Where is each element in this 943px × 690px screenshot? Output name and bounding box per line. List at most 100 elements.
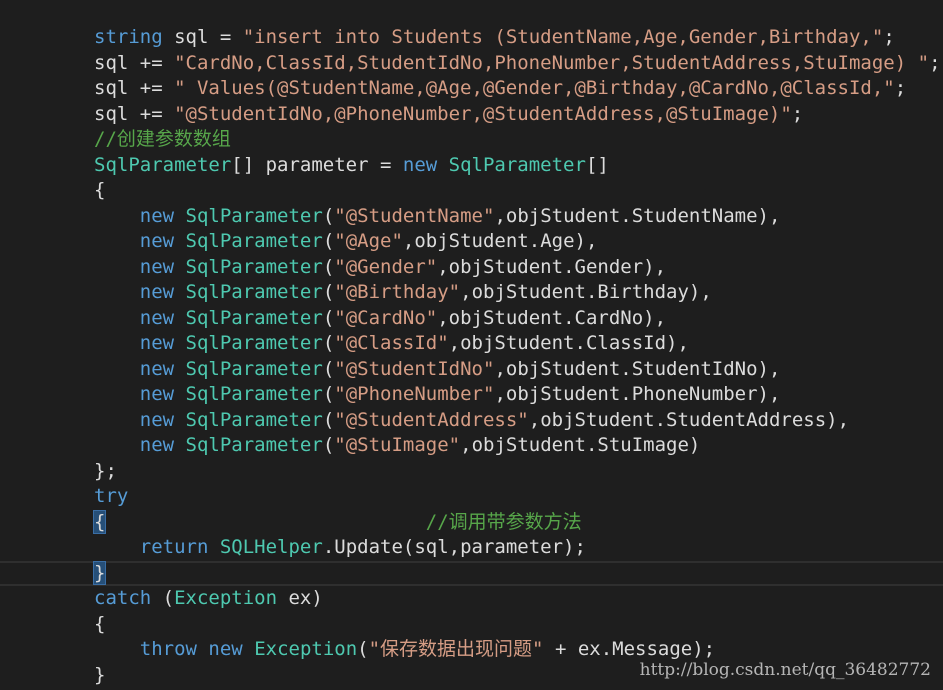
code-token-plain: ( bbox=[322, 306, 335, 329]
code-line[interactable]: new SqlParameter("@CardNo",objStudent.Ca… bbox=[0, 306, 943, 332]
watermark-url: http://blog.csdn.net/qq_36482772 bbox=[639, 660, 931, 680]
code-line-content: throw new Exception("保存数据出现问题" + ex.Mess… bbox=[94, 637, 715, 663]
code-line[interactable]: throw new Exception("保存数据出现问题" + ex.Mess… bbox=[0, 637, 943, 663]
code-token-plain: ( bbox=[322, 204, 335, 227]
code-line[interactable]: new SqlParameter("@StudentIdNo",objStude… bbox=[0, 357, 943, 383]
code-line-content: }; bbox=[94, 459, 117, 485]
code-token-plain: ; bbox=[929, 51, 941, 74]
code-line[interactable]: { bbox=[0, 178, 943, 204]
code-token-string: "@CardNo" bbox=[334, 306, 438, 329]
code-token-plain: sql += bbox=[94, 51, 175, 74]
code-line[interactable]: sql += " Values(@StudentName,@Age,@Gende… bbox=[0, 76, 943, 102]
code-line[interactable]: return SQLHelper.Update(sql,parameter); bbox=[0, 535, 943, 561]
code-line[interactable]: new SqlParameter("@ClassId",objStudent.C… bbox=[0, 331, 943, 357]
code-token-string: "@Age" bbox=[334, 230, 403, 252]
code-line[interactable]: } bbox=[0, 560, 943, 586]
code-token-plain: ( bbox=[322, 281, 335, 303]
code-token-keyword: new bbox=[139, 434, 175, 456]
code-line[interactable]: sql += "CardNo,ClassId,StudentIdNo,Phone… bbox=[0, 51, 943, 77]
code-line[interactable]: { bbox=[0, 612, 943, 638]
code-line[interactable]: new SqlParameter("@StudentName",objStude… bbox=[0, 204, 943, 230]
code-token-type: SqlParameter bbox=[185, 230, 323, 252]
code-line[interactable]: //创建参数数组 bbox=[0, 127, 943, 153]
code-line[interactable]: new SqlParameter("@Age",objStudent.Age), bbox=[0, 229, 943, 255]
code-token-plain: ,objStudent.Gender), bbox=[437, 255, 667, 278]
code-line[interactable]: new SqlParameter("@StudentAddress",objSt… bbox=[0, 408, 943, 434]
code-line-content: new SqlParameter("@CardNo",objStudent.Ca… bbox=[94, 306, 666, 332]
code-line[interactable]: try bbox=[0, 484, 943, 510]
code-editor[interactable]: string sql = "insert into Students (Stud… bbox=[0, 0, 943, 690]
code-token-plain: { bbox=[94, 179, 106, 201]
code-line[interactable]: }; bbox=[0, 459, 943, 485]
code-token-plain: ( bbox=[151, 587, 175, 609]
code-token-plain: ; bbox=[791, 102, 804, 125]
code-token-type: SqlParameter bbox=[185, 281, 323, 303]
code-token-plain: sql = bbox=[162, 26, 243, 48]
code-token-string: "@PhoneNumber" bbox=[334, 383, 495, 405]
code-token-string: "@StudentIdNo" bbox=[334, 357, 495, 380]
code-token-type: SqlParameter bbox=[185, 434, 323, 456]
code-line[interactable]: new SqlParameter("@PhoneNumber",objStude… bbox=[0, 382, 943, 408]
code-line[interactable]: new SqlParameter("@Birthday",objStudent.… bbox=[0, 280, 943, 306]
code-line-content: { bbox=[94, 178, 105, 204]
code-token-plain: ( bbox=[322, 332, 335, 354]
code-line-content: try bbox=[94, 484, 128, 510]
code-line-content: sql += "@StudentIdNo,@PhoneNumber,@Stude… bbox=[94, 102, 803, 128]
code-token-type: SqlParameter bbox=[185, 357, 323, 380]
code-line[interactable]: SqlParameter[] parameter = new SqlParame… bbox=[0, 153, 943, 179]
code-line-content: catch (Exception ex) bbox=[94, 586, 323, 612]
code-token-plain: ( bbox=[322, 230, 335, 252]
code-token-plain: ( bbox=[322, 357, 335, 380]
code-line-content: SqlParameter[] parameter = new SqlParame… bbox=[94, 153, 609, 179]
code-token-plain: .Update(sql,parameter); bbox=[322, 536, 586, 558]
code-line[interactable]: catch (Exception ex) bbox=[0, 586, 943, 612]
code-token-string: "CardNo,ClassId,StudentIdNo,PhoneNumber,… bbox=[174, 51, 930, 74]
code-line[interactable]: new SqlParameter("@StuImage",objStudent.… bbox=[0, 433, 943, 459]
code-token-string: "@Gender" bbox=[334, 255, 438, 278]
code-token-keyword: catch bbox=[94, 587, 152, 609]
code-token-plain: ( bbox=[322, 383, 335, 405]
code-line[interactable]: string sql = "insert into Students (Stud… bbox=[0, 25, 943, 51]
code-line-content: new SqlParameter("@StudentName",objStude… bbox=[94, 204, 781, 230]
code-line-content: new SqlParameter("@Gender",objStudent.Ge… bbox=[94, 255, 666, 281]
code-token-plain: sql += bbox=[94, 102, 175, 125]
code-token-plain: ex) bbox=[277, 587, 323, 609]
code-line[interactable]: new SqlParameter("@Gender",objStudent.Ge… bbox=[0, 255, 943, 281]
code-line[interactable]: { //调用带参数方法 bbox=[0, 509, 943, 536]
code-token-keyword: new bbox=[139, 306, 175, 329]
code-token-plain: ( bbox=[322, 255, 335, 278]
code-token-keyword: new bbox=[208, 638, 243, 660]
code-line-content: new SqlParameter("@StudentAddress",objSt… bbox=[94, 408, 849, 434]
code-token-comment: //创建参数数组 bbox=[94, 128, 231, 150]
code-token-comment: //调用带参数方法 bbox=[425, 510, 582, 533]
code-token-plain: } bbox=[92, 560, 107, 585]
code-token-plain: ; bbox=[894, 77, 907, 99]
code-token-string: "insert into Students (StudentName,Age,G… bbox=[242, 26, 884, 48]
code-line-content: { bbox=[94, 612, 105, 638]
code-line[interactable]: sql += "@StudentIdNo,@PhoneNumber,@Stude… bbox=[0, 102, 943, 128]
code-token-keyword: new bbox=[139, 357, 175, 380]
code-token-plain: ,objStudent.ClassId), bbox=[448, 332, 689, 354]
code-token-keyword: new bbox=[139, 204, 175, 227]
code-token-plain: ,objStudent.Birthday), bbox=[460, 281, 712, 303]
code-line-content: string sql = "insert into Students (Stud… bbox=[94, 25, 895, 51]
code-token-string: "@ClassId" bbox=[334, 332, 449, 354]
code-line-content: new SqlParameter("@StuImage",objStudent.… bbox=[94, 433, 701, 459]
